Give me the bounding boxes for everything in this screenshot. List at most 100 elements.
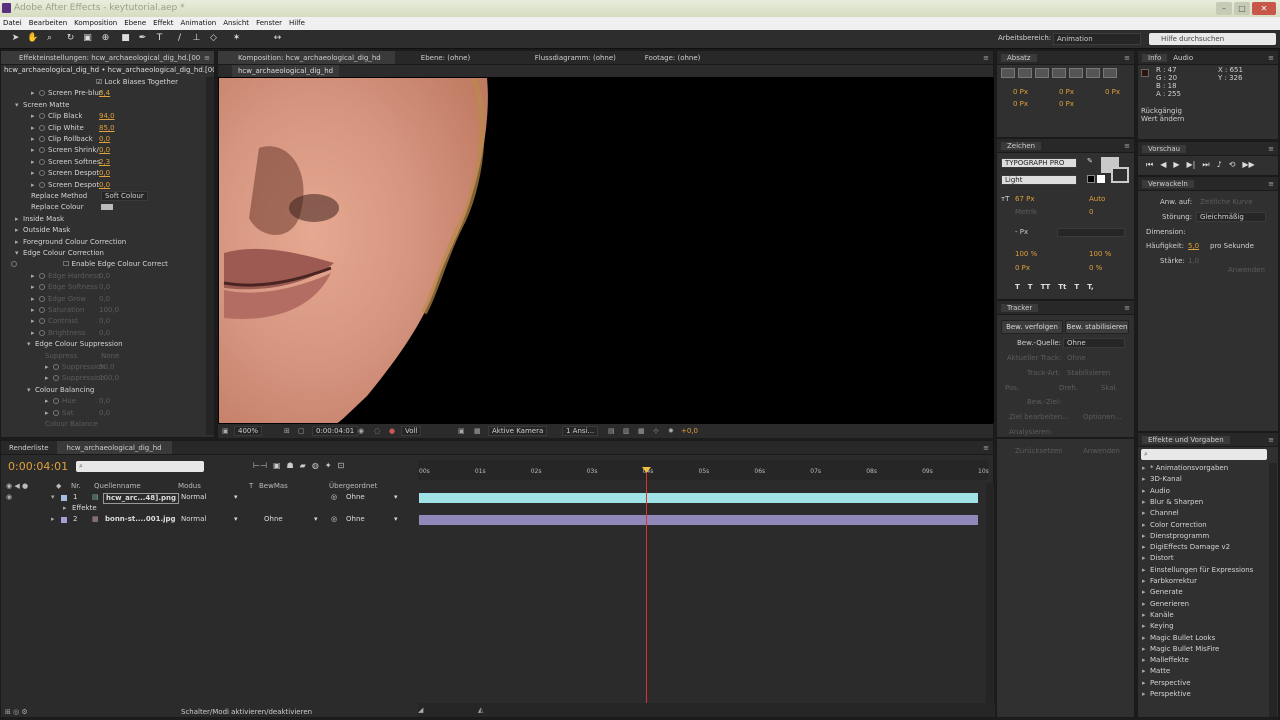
stopwatch-icon[interactable]	[11, 261, 17, 268]
menu-item[interactable]: Bearbeiten	[29, 17, 67, 30]
stopwatch-icon[interactable]	[39, 158, 45, 165]
clone-tool-icon[interactable]: ⊥	[191, 33, 202, 44]
effect-property-row[interactable]: Colour Balance	[45, 419, 98, 430]
preset-category[interactable]: ▸ Distort	[1142, 553, 1174, 564]
first-frame-icon[interactable]: ⏮	[1146, 160, 1153, 170]
info-tab[interactable]: Info	[1142, 54, 1168, 62]
last-frame-icon[interactable]: ⏭	[1202, 160, 1209, 170]
stopwatch-icon[interactable]	[39, 329, 45, 336]
play-icon[interactable]: ▶	[1173, 160, 1179, 170]
view-layout-dropdown[interactable]: 1 Ansi...	[562, 426, 599, 436]
collapsed-triangle-icon[interactable]: ▸	[1142, 531, 1150, 542]
effect-property-row[interactable]: ▸ Hue 0,0	[45, 396, 110, 407]
effect-property-row[interactable]: Suppress None	[45, 351, 119, 362]
tracking-value[interactable]: 0	[1089, 207, 1093, 217]
label-color-icon[interactable]	[61, 495, 67, 501]
render-queue-tab[interactable]: Renderliste	[1, 441, 57, 454]
expanded-triangle-icon[interactable]: ▾	[27, 339, 35, 350]
workspace-dropdown[interactable]: Animation	[1053, 33, 1141, 45]
expand-layer-icon[interactable]: ▸	[51, 514, 55, 525]
effect-property-row[interactable]: ▸ Suppression 50,0	[45, 362, 115, 373]
menu-item[interactable]: Effekt	[153, 17, 173, 30]
stroke-style-dropdown[interactable]	[1057, 228, 1125, 237]
collapsed-triangle-icon[interactable]: ▸	[1142, 587, 1150, 598]
collapsed-triangle-icon[interactable]: ▸	[15, 237, 23, 248]
preset-category[interactable]: ▸ Perspektive	[1142, 689, 1191, 700]
collapsed-triangle-icon[interactable]: ▸	[31, 88, 39, 99]
collapsed-triangle-icon[interactable]: ▸	[45, 373, 53, 384]
effect-controls-tab[interactable]: Effekteinstellungen: hcw_archaeological_…	[1, 51, 214, 65]
menu-item[interactable]: Datei	[3, 17, 22, 30]
brainstorm-icon[interactable]: ✦	[325, 461, 332, 470]
rotate-tool-icon[interactable]: ↻	[65, 33, 76, 44]
parent-arrow-icon[interactable]: ▾	[394, 492, 398, 503]
camera-dropdown[interactable]: Aktive Kamera	[488, 426, 548, 436]
preset-category[interactable]: ▸ Malleffekte	[1142, 655, 1189, 666]
collapsed-triangle-icon[interactable]: ▸	[31, 145, 39, 156]
collapsed-triangle-icon[interactable]: ▸	[31, 123, 39, 134]
checkbox-icon[interactable]: ☐	[63, 260, 69, 268]
effect-property-row[interactable]: ▸ Inside Mask	[15, 214, 64, 225]
color-swatch[interactable]	[101, 204, 113, 211]
motion-source-dropdown[interactable]: Ohne	[1063, 338, 1125, 348]
frequency-value[interactable]: 5,0	[1188, 241, 1199, 251]
stopwatch-icon[interactable]	[39, 295, 45, 302]
toggle-pixel-icon[interactable]: ▤	[608, 424, 615, 438]
kerning-value[interactable]: Metrik	[1015, 207, 1037, 217]
effect-property-row[interactable]: ▸ Brightness 0,0	[31, 328, 110, 339]
graph-editor-icon[interactable]: ⊡	[338, 461, 345, 470]
collapsed-triangle-icon[interactable]: ▸	[1142, 576, 1150, 587]
puppet-tool-icon[interactable]: ✶	[231, 33, 242, 44]
grid-icon[interactable]: ▢	[298, 424, 305, 438]
current-track-dropdown[interactable]: Ohne	[1067, 353, 1086, 363]
playhead-line[interactable]	[646, 467, 647, 703]
flowchart-tab[interactable]: Flussdiagramm: (ohne)	[515, 51, 645, 64]
collapsed-triangle-icon[interactable]: ▸	[31, 134, 39, 145]
stopwatch-icon[interactable]	[39, 318, 45, 325]
preset-category[interactable]: ▸ Perspective	[1142, 678, 1191, 689]
layer-row-2[interactable]: ▸ 2 ▦ bonn-st....001.jpg Normal ▾ Ohne ▾…	[1, 514, 416, 525]
collapsed-triangle-icon[interactable]: ▸	[1142, 678, 1150, 689]
help-search-input[interactable]: Hilfe durchsuchen	[1149, 33, 1276, 45]
exposure-value[interactable]: +0,0	[681, 424, 698, 438]
audio-tab[interactable]: Audio	[1167, 54, 1193, 62]
presets-scrollbar[interactable]	[1269, 463, 1277, 717]
preset-category[interactable]: ▸ Magic Bullet Looks	[1142, 633, 1215, 644]
character-tab[interactable]: Zeichen	[1001, 142, 1042, 150]
layer-trkmat[interactable]: Ohne	[264, 514, 283, 525]
justify-left-icon[interactable]	[1052, 68, 1066, 78]
collapsed-triangle-icon[interactable]: ▸	[1142, 644, 1150, 655]
zoom-out-icon[interactable]: ◢	[418, 706, 426, 714]
safe-area-icon[interactable]: ⊞	[284, 424, 290, 438]
apply-to-dropdown[interactable]: Zeitliche Kurve	[1200, 197, 1253, 207]
ram-preview-icon[interactable]: ▶▶	[1242, 160, 1254, 170]
property-value[interactable]: Soft Colour	[101, 191, 148, 201]
effect-property-row[interactable]: ▸ Edge Grow 0,0	[31, 294, 110, 305]
selection-tool-icon[interactable]: ➤	[10, 33, 21, 44]
align-center-icon[interactable]	[1018, 68, 1032, 78]
text-style-button[interactable]: T	[1028, 283, 1033, 291]
eraser-tool-icon[interactable]: ◇	[208, 33, 219, 44]
collapsed-triangle-icon[interactable]: ▸	[45, 396, 53, 407]
property-value[interactable]: 0,0	[99, 294, 110, 305]
collapsed-triangle-icon[interactable]: ▸	[1142, 508, 1150, 519]
collapsed-triangle-icon[interactable]: ▸	[1142, 497, 1150, 508]
collapsed-triangle-icon[interactable]: ▸	[31, 294, 39, 305]
parent-pickwhip-icon[interactable]: ◎	[331, 514, 337, 525]
align-right-icon[interactable]	[1035, 68, 1049, 78]
property-value[interactable]: 0,0	[99, 282, 110, 293]
stopwatch-icon[interactable]	[53, 364, 59, 370]
property-value[interactable]: 50,0	[99, 362, 115, 373]
layer-1-bar[interactable]	[419, 493, 978, 503]
preset-category[interactable]: ▸ 3D-Kanal	[1142, 474, 1182, 485]
stopwatch-icon[interactable]	[39, 136, 45, 142]
expand-effects-icon[interactable]: ▸	[63, 503, 67, 514]
transparency-grid-icon[interactable]: ▦	[474, 424, 481, 438]
rotation-checkbox[interactable]: Dreh.	[1059, 383, 1078, 393]
collapsed-triangle-icon[interactable]: ▸	[31, 328, 39, 339]
preset-category[interactable]: ▸ Color Correction	[1142, 520, 1207, 531]
justify-center-icon[interactable]	[1069, 68, 1083, 78]
indent-right[interactable]: 0 Px	[1059, 87, 1074, 97]
collapsed-triangle-icon[interactable]: ▸	[1142, 474, 1150, 485]
effect-property-row[interactable]: ▸ Contrast 0,0	[31, 316, 110, 327]
